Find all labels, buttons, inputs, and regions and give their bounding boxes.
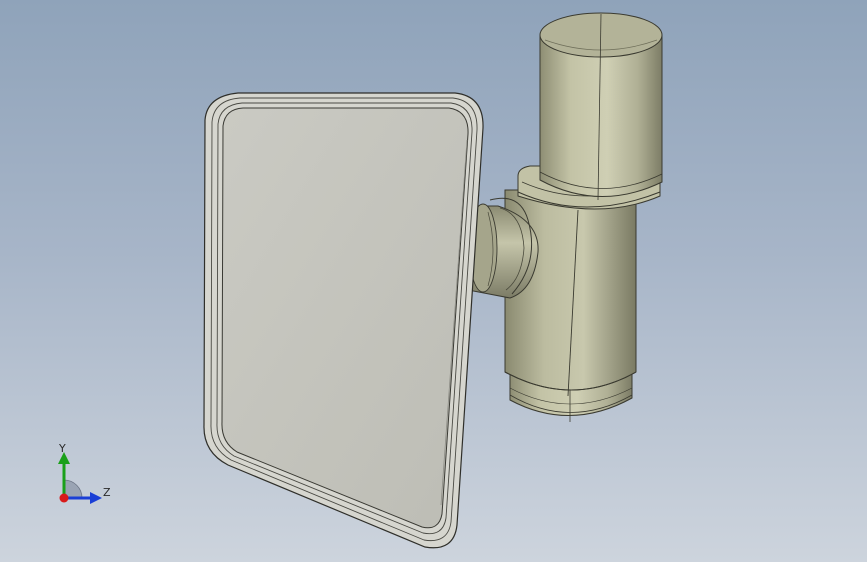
mirror-assembly-model[interactable]: [0, 0, 867, 562]
z-axis-arrow-icon: [90, 492, 102, 504]
orientation-triad: Y Z: [44, 438, 124, 518]
z-axis-label: Z: [103, 486, 111, 499]
y-axis-label: Y: [59, 442, 66, 455]
triad-graphic: [58, 452, 102, 504]
cad-viewport[interactable]: Y Z: [0, 0, 867, 562]
x-axis-dot-icon: [59, 493, 69, 503]
upper-pipe[interactable]: [539, 12, 663, 201]
